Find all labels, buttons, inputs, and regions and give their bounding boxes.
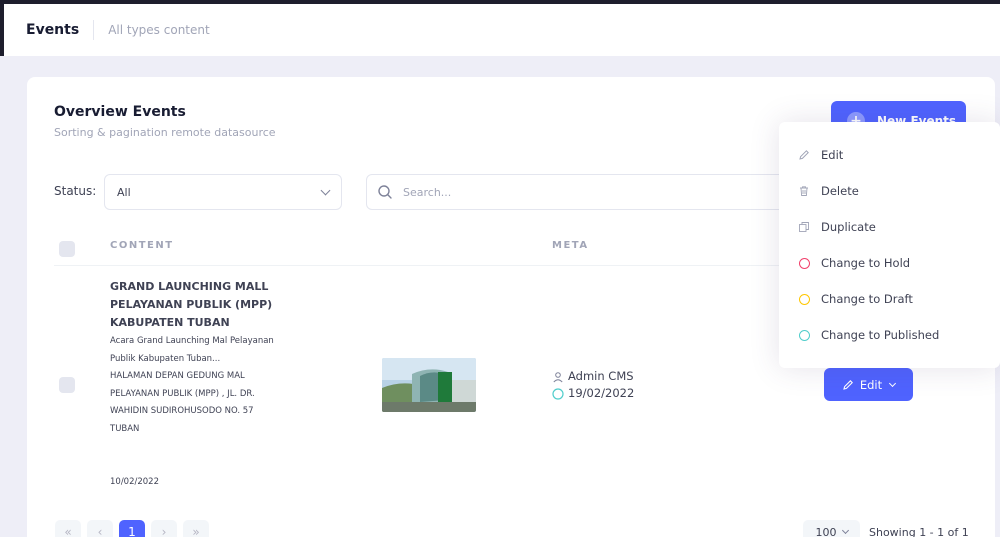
- status-select[interactable]: All: [104, 174, 342, 210]
- circle-icon: [798, 293, 810, 305]
- row-actions-dropdown: Edit Delete Duplicate Change to Hold Cha…: [779, 122, 1000, 368]
- column-header-meta[interactable]: META: [552, 240, 589, 251]
- header-divider-line: [54, 265, 814, 266]
- pagination-next[interactable]: ›: [151, 520, 177, 537]
- status-label: Status:: [54, 184, 97, 198]
- menu-item-label: Duplicate: [821, 220, 876, 234]
- copy-icon: [798, 221, 810, 233]
- meta-author-row: Admin CMS: [552, 368, 634, 385]
- search-icon: [378, 185, 392, 199]
- top-header-bar: Events All types content: [0, 0, 1000, 56]
- menu-item-change-to-draft[interactable]: Change to Draft: [798, 289, 913, 309]
- menu-item-change-to-hold[interactable]: Change to Hold: [798, 253, 910, 273]
- menu-item-label: Change to Hold: [821, 256, 911, 270]
- chevron-down-icon: [320, 185, 331, 196]
- event-description-block: Acara Grand Launching Mal Pelayanan Publ…: [110, 333, 280, 438]
- page-subtitle: All types content: [108, 23, 210, 37]
- menu-item-delete[interactable]: Delete: [798, 181, 859, 201]
- meta-author: Admin CMS: [568, 369, 634, 383]
- card-subtitle: Sorting & pagination remote datasource: [54, 126, 276, 139]
- status-select-value: All: [117, 185, 131, 199]
- pencil-icon: [798, 149, 810, 161]
- pagination-prev[interactable]: ‹: [87, 520, 113, 537]
- chevron-down-icon: [841, 526, 849, 535]
- event-title[interactable]: GRAND LAUNCHING MALL PELAYANAN PUBLIK (M…: [110, 278, 285, 332]
- event-description: Acara Grand Launching Mal Pelayanan Publ…: [110, 336, 274, 364]
- edit-button-label: Edit: [859, 377, 883, 392]
- search-input[interactable]: Search...: [366, 174, 796, 210]
- trash-icon: [798, 185, 810, 197]
- circle-icon: [798, 329, 810, 341]
- menu-item-label: Change to Draft: [821, 292, 913, 306]
- header-divider: [93, 20, 95, 40]
- event-thumbnail[interactable]: [382, 358, 476, 412]
- pagination-last[interactable]: »: [183, 520, 209, 537]
- page-size-select[interactable]: 100: [803, 520, 860, 537]
- page-title: Events: [26, 22, 80, 38]
- menu-item-label: Change to Published: [821, 328, 940, 342]
- circle-icon: [798, 257, 810, 269]
- pagination-first[interactable]: «: [55, 520, 81, 537]
- event-meta: Admin CMS 19/02/2022: [552, 368, 634, 402]
- card-title: Overview Events: [54, 104, 186, 120]
- search-placeholder: Search...: [403, 185, 452, 199]
- user-icon: [553, 371, 563, 382]
- menu-item-change-to-published[interactable]: Change to Published: [798, 325, 939, 345]
- page-size-value: 100: [815, 525, 837, 537]
- menu-item-label: Delete: [821, 184, 859, 198]
- meta-date-row: 19/02/2022: [552, 385, 634, 402]
- pagination-info: Showing 1 - 1 of 1: [869, 526, 969, 537]
- menu-item-edit[interactable]: Edit: [798, 145, 843, 165]
- column-header-content[interactable]: CONTENT: [110, 240, 174, 251]
- event-location: HALAMAN DEPAN GEDUNG MAL PELAYANAN PUBLI…: [110, 371, 255, 434]
- chevron-down-icon: [889, 379, 897, 387]
- pencil-icon: [843, 379, 853, 390]
- circle-icon: [552, 387, 564, 400]
- meta-date: 19/02/2022: [568, 386, 635, 400]
- pagination-page-1[interactable]: 1: [119, 520, 145, 537]
- row-edit-button[interactable]: Edit: [824, 368, 913, 401]
- select-all-checkbox[interactable]: [59, 241, 75, 257]
- building-image: [382, 358, 476, 412]
- menu-item-label: Edit: [821, 148, 844, 162]
- event-date: 10/02/2022: [110, 477, 159, 487]
- row-checkbox[interactable]: [59, 377, 75, 393]
- menu-item-duplicate[interactable]: Duplicate: [798, 217, 876, 237]
